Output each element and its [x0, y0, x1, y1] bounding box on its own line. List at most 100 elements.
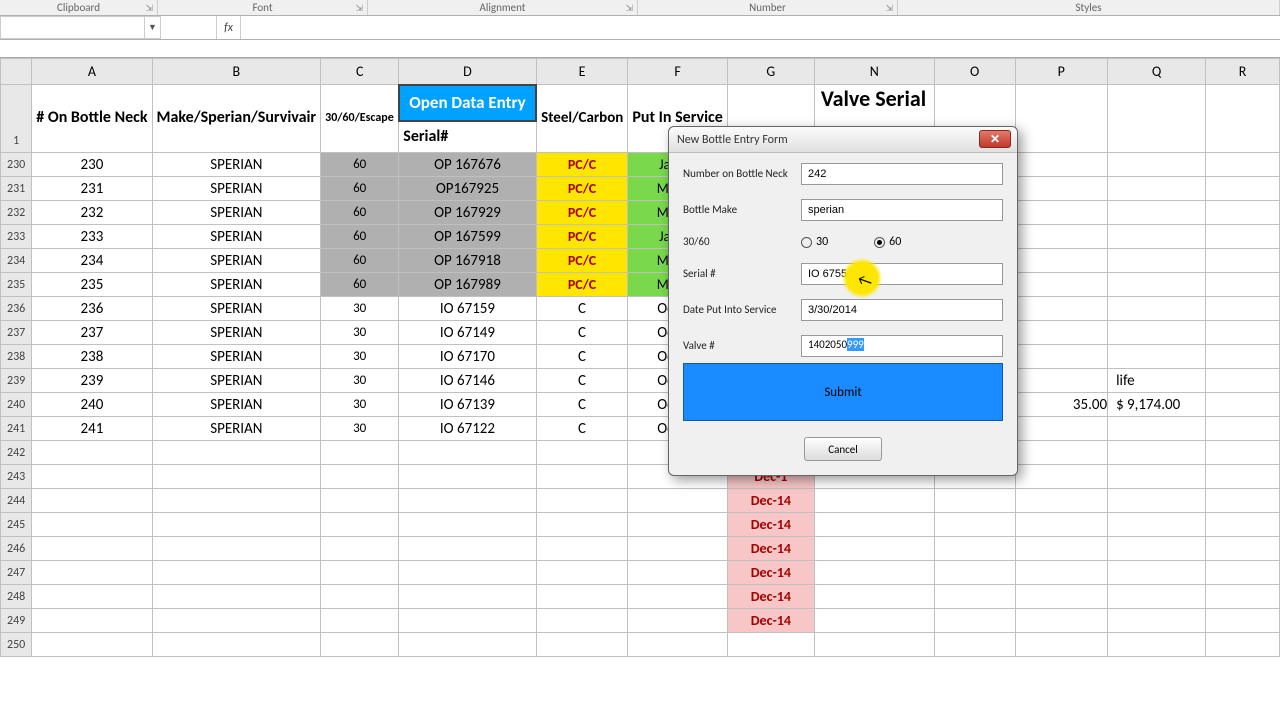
row-header[interactable]: 247	[1, 561, 32, 585]
cell[interactable]	[1206, 609, 1280, 633]
cell[interactable]	[536, 441, 628, 465]
cell[interactable]	[1108, 441, 1206, 465]
cell[interactable]	[628, 585, 727, 609]
ribbon-group-clipboard[interactable]: Clipboard⇲	[0, 0, 158, 15]
cell[interactable]: 30	[321, 369, 399, 393]
cell[interactable]	[32, 609, 152, 633]
cell[interactable]: PC/C	[536, 273, 628, 297]
cell[interactable]: PC/C	[536, 225, 628, 249]
col-header[interactable]: C	[321, 59, 399, 85]
dialog-launcher-icon[interactable]: ⇲	[625, 3, 633, 14]
cell[interactable]	[32, 513, 152, 537]
cell[interactable]: IO 67139	[399, 393, 536, 417]
cell[interactable]: 237	[32, 321, 152, 345]
cell[interactable]	[399, 633, 536, 657]
header-cell[interactable]: Make/Sperian/Survivair	[152, 85, 321, 153]
cell[interactable]: 30	[321, 321, 399, 345]
submit-button[interactable]: Submit	[683, 363, 1003, 421]
cell[interactable]	[934, 513, 1015, 537]
cell[interactable]	[536, 633, 628, 657]
cell[interactable]	[152, 633, 321, 657]
serial-input[interactable]	[801, 263, 1003, 285]
col-header[interactable]: N	[814, 59, 934, 85]
cell[interactable]	[1206, 321, 1280, 345]
cell[interactable]	[536, 561, 628, 585]
cell[interactable]	[1015, 177, 1108, 201]
row-header[interactable]: 1	[1, 85, 32, 153]
select-all-corner[interactable]	[1, 59, 32, 85]
cell[interactable]	[152, 609, 321, 633]
cell[interactable]	[814, 561, 934, 585]
cell[interactable]: OP 167599	[399, 225, 536, 249]
cell[interactable]: OP 167929	[399, 201, 536, 225]
cell[interactable]	[152, 441, 321, 465]
cell[interactable]	[1206, 249, 1280, 273]
cell[interactable]	[1015, 537, 1108, 561]
valve-input[interactable]: 1402050999	[801, 335, 1003, 357]
cell[interactable]: OP 167989	[399, 273, 536, 297]
cell[interactable]: PC/C	[536, 177, 628, 201]
col-header[interactable]: R	[1206, 59, 1280, 85]
cell[interactable]: 60	[321, 273, 399, 297]
cell[interactable]	[32, 441, 152, 465]
cell[interactable]	[536, 489, 628, 513]
cell[interactable]	[152, 513, 321, 537]
cell[interactable]	[399, 609, 536, 633]
cell[interactable]	[934, 489, 1015, 513]
cell[interactable]: 35.00	[1015, 393, 1108, 417]
cell[interactable]	[1015, 441, 1108, 465]
cell[interactable]	[32, 561, 152, 585]
row-header[interactable]: 245	[1, 513, 32, 537]
row-header[interactable]: 240	[1, 393, 32, 417]
cell[interactable]: Dec-14	[727, 537, 814, 561]
col-header[interactable]: E	[536, 59, 628, 85]
cell[interactable]	[1108, 465, 1206, 489]
cell[interactable]	[1015, 225, 1108, 249]
cell[interactable]	[1015, 369, 1108, 393]
cell[interactable]	[727, 633, 814, 657]
row-header[interactable]: 235	[1, 273, 32, 297]
cell[interactable]: OP 167676	[399, 153, 536, 177]
cell[interactable]	[1108, 513, 1206, 537]
cell[interactable]	[1108, 561, 1206, 585]
cell[interactable]: life	[1108, 369, 1206, 393]
column-header-row[interactable]: A B C D E F G N O P Q R	[1, 59, 1280, 85]
cell[interactable]	[152, 585, 321, 609]
cell[interactable]	[1206, 537, 1280, 561]
cell[interactable]: SPERIAN	[152, 417, 321, 441]
cell[interactable]: 60	[321, 249, 399, 273]
cell[interactable]	[628, 609, 727, 633]
row-header[interactable]: 243	[1, 465, 32, 489]
cell[interactable]: SPERIAN	[152, 345, 321, 369]
cell[interactable]	[628, 489, 727, 513]
cell[interactable]	[1206, 561, 1280, 585]
cell[interactable]	[628, 633, 727, 657]
cell[interactable]	[321, 585, 399, 609]
cell[interactable]: PC/C	[536, 249, 628, 273]
cell[interactable]	[814, 537, 934, 561]
col-header[interactable]: Q	[1108, 59, 1206, 85]
cell[interactable]: 232	[32, 201, 152, 225]
cell[interactable]	[1108, 585, 1206, 609]
row-header[interactable]: 232	[1, 201, 32, 225]
cell[interactable]	[1108, 297, 1206, 321]
cell[interactable]	[536, 465, 628, 489]
cell[interactable]	[321, 609, 399, 633]
row-header[interactable]: 230	[1, 153, 32, 177]
cell[interactable]	[399, 441, 536, 465]
ribbon-group-alignment[interactable]: Alignment⇲	[368, 0, 638, 15]
cell[interactable]	[1206, 465, 1280, 489]
cell[interactable]: PC/C	[536, 153, 628, 177]
close-button[interactable]: ✕	[979, 130, 1011, 148]
row-header[interactable]: 234	[1, 249, 32, 273]
cell[interactable]	[1015, 609, 1108, 633]
cell[interactable]	[321, 513, 399, 537]
cell[interactable]: C	[536, 321, 628, 345]
cell[interactable]: 231	[32, 177, 152, 201]
row-header[interactable]: 244	[1, 489, 32, 513]
cell[interactable]: SPERIAN	[152, 297, 321, 321]
cell[interactable]	[321, 441, 399, 465]
cell[interactable]	[1108, 201, 1206, 225]
cell[interactable]: Dec-14	[727, 609, 814, 633]
cell[interactable]: 241	[32, 417, 152, 441]
